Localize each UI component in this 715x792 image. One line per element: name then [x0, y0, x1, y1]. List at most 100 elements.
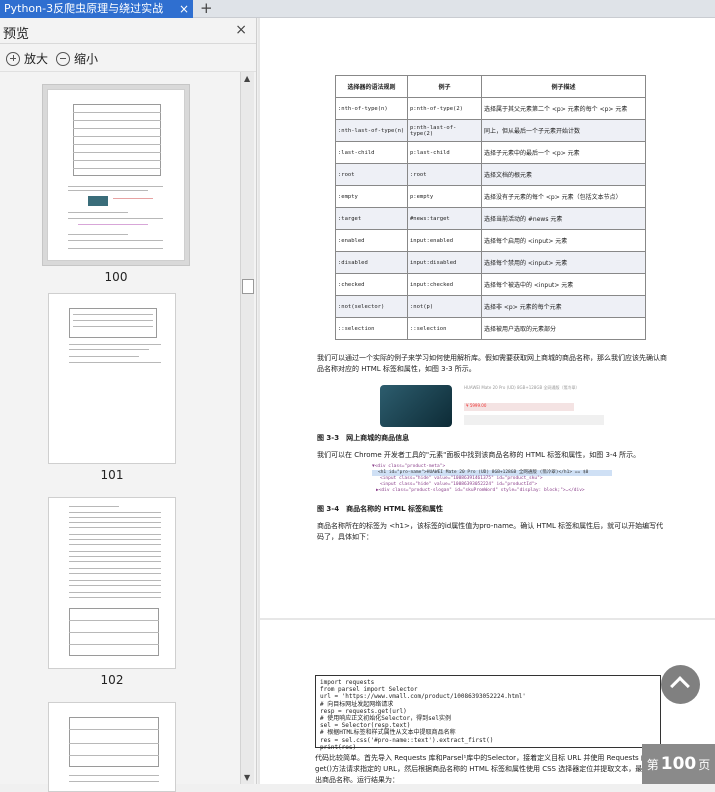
table-cell: :checked — [335, 273, 408, 296]
table-cell: input:disabled — [407, 251, 482, 274]
thumbnail-label: 100 — [104, 270, 128, 284]
table-cell: 同上，但从最后一个子元素开始计数 — [481, 119, 646, 142]
table-cell: :last-child — [335, 141, 408, 164]
table-cell: :nth-last-of-type(n) — [335, 119, 408, 142]
thumbnail-image — [47, 89, 185, 261]
table-cell: :root — [335, 163, 408, 186]
table-cell: 选择子元素中的最后一个 <p> 元素 — [481, 141, 646, 164]
zoom-controls: 放大 缩小 — [0, 44, 256, 72]
thumbnail-page-100[interactable]: 100 — [42, 84, 190, 284]
table-cell: 选择当前活动的 #news 元素 — [481, 207, 646, 230]
thumbnail-page-103[interactable] — [48, 702, 176, 792]
zoom-in-button[interactable]: 放大 — [6, 50, 48, 67]
zoom-out-button[interactable]: 缩小 — [56, 50, 98, 67]
paragraph: 代码比较简单。首先导入 Requests 库和Parsel¹库中的Selecto… — [315, 754, 657, 784]
table-row: :enabled input:enabled 选择每个启用的 <input> 元素 — [335, 229, 646, 252]
code-block: import requests from parsel import Selec… — [315, 675, 661, 751]
document-page-100: 选择器的语法规则 例子 例子描述 :nth-of-type(n) p:nth-of… — [260, 18, 715, 618]
table-cell: input:checked — [407, 273, 482, 296]
tab-title: Python-3反爬虫原理与绕过实战 — [4, 2, 164, 15]
zoom-in-label: 放大 — [24, 52, 49, 66]
table-header: 例子描述 — [481, 75, 646, 98]
table-row: :last-child p:last-child 选择子元素中的最后一个 <p> 元… — [335, 141, 646, 164]
table-cell: :root — [407, 163, 482, 186]
tab-bar: Python-3反爬虫原理与绕过实战 × + — [0, 0, 715, 18]
table-cell: 选择文档的根元素 — [481, 163, 646, 186]
table-cell: 选择每个被选中的 <input> 元素 — [481, 273, 646, 296]
table-cell: 选择每个禁用的 <input> 元素 — [481, 251, 646, 274]
page-indicator-prefix: 第 — [646, 757, 659, 772]
table-row: :target #news:target 选择当前活动的 #news 元素 — [335, 207, 646, 230]
paragraph: 我们可以在 Chrome 开发者工具的"元素"面板中找到该商品名称的 HTML … — [317, 451, 641, 459]
page-indicator-suffix: 页 — [698, 757, 711, 772]
selector-table: 选择器的语法规则 例子 例子描述 :nth-of-type(n) p:nth-of… — [335, 75, 646, 340]
figure-caption: 图 3-4 商品名称的 HTML 标签和属性 — [317, 505, 444, 513]
preview-sidebar: 预览 × 放大 缩小 100 101 102 ▲ ▼ — [0, 18, 257, 792]
document-viewer[interactable]: 选择器的语法规则 例子 例子描述 :nth-of-type(n) p:nth-of… — [258, 18, 715, 784]
table-cell: :empty — [335, 185, 408, 208]
devtools-snippet: ▼<div class="product-meta"> <h1 id="pro-… — [372, 464, 612, 494]
product-title: HUAWEI Mate 20 Pro (UD) 8GB+128GB 全网通版（翡… — [464, 385, 580, 390]
phone-image — [380, 385, 452, 427]
scroll-down-icon[interactable]: ▼ — [244, 773, 250, 782]
product-image: HUAWEI Mate 20 Pro (UD) 8GB+128GB 全网通版（翡… — [378, 385, 608, 427]
zoom-out-label: 缩小 — [74, 52, 99, 66]
thumbnail-image — [48, 497, 176, 669]
table-cell: p:last-child — [407, 141, 482, 164]
sidebar-scrollbar[interactable]: ▲ ▼ — [240, 72, 254, 784]
thumbnail-label: 102 — [100, 673, 124, 687]
thumbnail-image — [48, 702, 176, 792]
thumbnail-label: 101 — [100, 468, 124, 482]
table-cell: p:nth-last-of-type(2) — [407, 119, 482, 142]
devtools-line: ▶<div class="product-slogan" id="skuProm… — [376, 488, 585, 493]
tab-close-icon[interactable]: × — [179, 0, 189, 18]
zoom-in-icon — [6, 51, 20, 66]
table-cell: p:nth-of-type(2) — [407, 97, 482, 120]
table-cell: 选择属于其父元素第二个 <p> 元素的每个 <p> 元素 — [481, 97, 646, 120]
table-cell: :enabled — [335, 229, 408, 252]
table-cell: 选择被用户选取的元素部分 — [481, 317, 646, 340]
scrollbar-thumb[interactable] — [242, 279, 254, 294]
table-cell: ::selection — [407, 317, 482, 340]
table-cell: :nth-of-type(n) — [335, 97, 408, 120]
table-row: :nth-of-type(n) p:nth-of-type(2) 选择属于其父元素第… — [335, 97, 646, 120]
table-row: :nth-last-of-type(n) p:nth-last-of-type(2… — [335, 119, 646, 142]
table-row: ::selection::selection 选择被用户选取的元素部分 — [335, 317, 646, 340]
new-tab-button[interactable]: + — [200, 0, 213, 16]
table-cell: input:enabled — [407, 229, 482, 252]
table-cell: ::selection — [335, 317, 408, 340]
table-cell: 选择每个启用的 <input> 元素 — [481, 229, 646, 252]
page-indicator: 第 100 页 — [642, 744, 715, 784]
table-cell: 选择没有子元素的每个 <p> 元素（包括文本节点） — [481, 185, 646, 208]
table-cell: :not(p) — [407, 295, 482, 318]
page-number: 100 — [660, 754, 697, 774]
tab-document[interactable]: Python-3反爬虫原理与绕过实战 × — [0, 0, 193, 18]
table-cell: :disabled — [335, 251, 408, 274]
table-cell: p:empty — [407, 185, 482, 208]
figure-caption: 图 3-3 网上商城的商品信息 — [317, 434, 410, 442]
scroll-up-icon[interactable]: ▲ — [244, 74, 250, 83]
thumbnail-image — [48, 293, 176, 464]
thumbnail-page-102[interactable]: 102 — [48, 497, 176, 687]
table-row: :empty p:empty 选择没有子元素的每个 <p> 元素（包括文本节点） — [335, 185, 646, 208]
product-price: ¥ 5999.00 — [464, 403, 574, 411]
thumbnail-selection — [42, 84, 190, 266]
table-row: :disabled input:disabled 选择每个禁用的 <input> 元… — [335, 251, 646, 274]
table-header: 选择器的语法规则 — [335, 75, 408, 98]
sidebar-close-icon[interactable]: × — [235, 22, 247, 38]
paragraph: 我们可以通过一个实际的例子来学习如何使用解析库。假如需要获取网上商城的商品名称，… — [317, 354, 667, 373]
thumbnail-page-101[interactable]: 101 — [48, 293, 176, 482]
sidebar-title: 预览 — [3, 27, 30, 42]
sidebar-header: 预览 × — [0, 18, 256, 44]
table-cell: :target — [335, 207, 408, 230]
paragraph: 商品名称所在的标签为 <h1>，该标签的id属性值为pro-name。确认 HT… — [317, 522, 664, 541]
table-row: :not(selector):not(p) 选择非 <p> 元素的每个元素 — [335, 295, 646, 318]
back-to-top-button[interactable] — [661, 665, 700, 704]
table-row: :checked input:checked 选择每个被选中的 <input> 元素 — [335, 273, 646, 296]
table-row: :root:root 选择文档的根元素 — [335, 163, 646, 186]
table-cell: :not(selector) — [335, 295, 408, 318]
table-cell: #news:target — [407, 207, 482, 230]
table-cell: 选择非 <p> 元素的每个元素 — [481, 295, 646, 318]
table-header: 例子 — [407, 75, 482, 98]
product-details — [464, 415, 604, 425]
